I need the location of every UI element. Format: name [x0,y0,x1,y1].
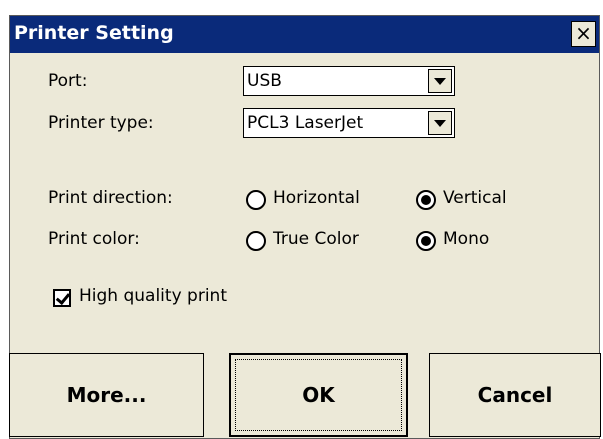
chevron-down-icon[interactable] [428,69,452,93]
printer-type-value: PCL3 LaserJet [247,113,364,133]
radio-true-color[interactable] [246,231,266,251]
printer-type-label: Printer type: [48,113,154,133]
cancel-button-label: Cancel [477,383,553,407]
title-bar[interactable]: Printer Setting × [10,16,599,53]
high-quality-checkbox[interactable] [53,289,71,307]
radio-vertical-label[interactable]: Vertical [443,188,507,208]
radio-true-color-label[interactable]: True Color [273,229,359,249]
port-select[interactable]: USB [243,66,455,96]
radio-horizontal[interactable] [246,190,266,210]
ok-button[interactable]: OK [229,353,408,437]
printer-type-select[interactable]: PCL3 LaserJet [243,108,455,138]
print-direction-label: Print direction: [48,188,173,208]
focus-rect [235,359,402,431]
chevron-down-icon[interactable] [428,111,452,135]
printer-setting-dialog: Printer Setting × Port: USB Printer type… [9,15,601,439]
more-button[interactable]: More... [9,353,204,437]
close-icon: × [575,21,592,45]
radio-mono-label[interactable]: Mono [443,229,489,249]
high-quality-label[interactable]: High quality print [79,286,227,306]
close-button[interactable]: × [571,21,596,47]
radio-horizontal-label[interactable]: Horizontal [273,188,360,208]
radio-mono[interactable] [416,231,436,251]
radio-vertical[interactable] [416,190,436,210]
more-button-label: More... [66,383,147,407]
cancel-button[interactable]: Cancel [429,353,601,437]
port-label: Port: [48,71,88,91]
port-value: USB [247,71,282,91]
dialog-title: Printer Setting [14,22,174,44]
print-color-label: Print color: [48,229,140,249]
